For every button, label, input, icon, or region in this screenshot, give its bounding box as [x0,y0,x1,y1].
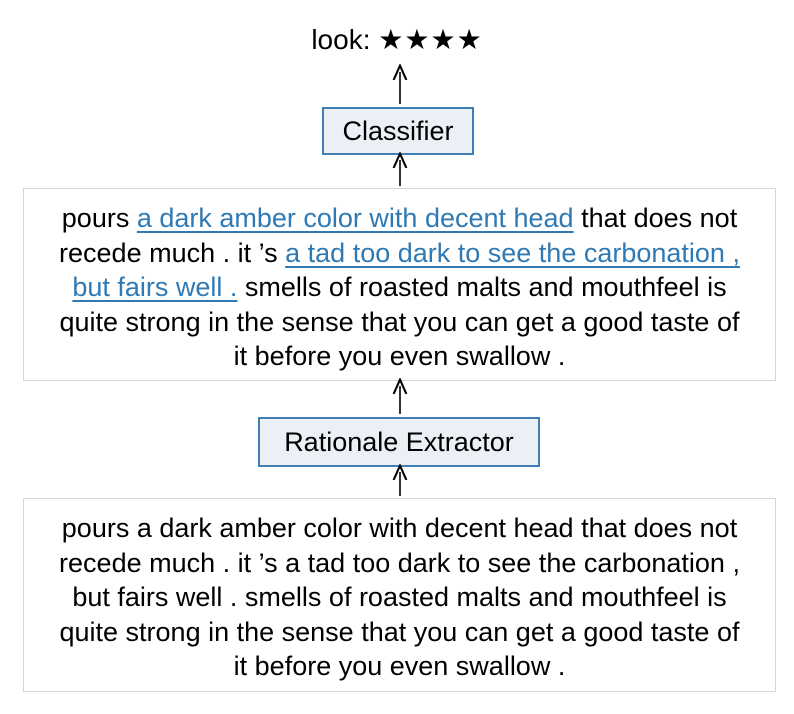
arrows-layer [0,0,794,496]
